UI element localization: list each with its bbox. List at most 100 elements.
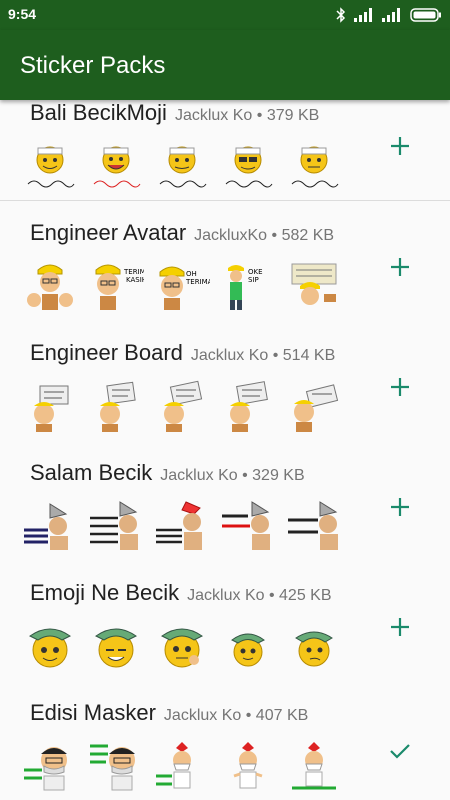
emoji-sticker: [231, 633, 265, 667]
greeting-sticker: [156, 501, 202, 550]
pack-size: 514 KB: [282, 347, 336, 364]
battery-icon: [410, 8, 441, 22]
pack-added-indicator: [386, 737, 414, 765]
greeting-sticker: [222, 501, 270, 550]
sticker-pack-item[interactable]: Edisi Masker Jacklux Ko • 407 KB: [0, 685, 450, 800]
sticker-preview-row: [22, 620, 342, 672]
emoji-sticker: [161, 628, 203, 668]
greeting-sticker: [24, 503, 68, 550]
pack-size: 379 KB: [266, 107, 320, 124]
sticker-pack-item[interactable]: Bali BecikMoji Jacklux Ko • 379 KB: [0, 100, 450, 201]
pack-author: Jacklux Ko: [187, 587, 265, 604]
sticker-pack-item[interactable]: Engineer Avatar JackluxKo • 582 KB TERIMA…: [0, 205, 450, 326]
svg-text:TERIMA: TERIMA: [185, 278, 210, 286]
board-sticker: [100, 381, 136, 432]
svg-text:SIP: SIP: [248, 276, 259, 284]
emoji-sticker: [295, 631, 333, 667]
sticker-pack-item[interactable]: Salam Becik Jacklux Ko • 329 KB: [0, 445, 450, 566]
sticker-preview-row: [22, 500, 342, 552]
engineer-sticker: TERIMAKASIH: [95, 264, 144, 310]
emoji-sticker: [225, 146, 273, 188]
pack-meta: Jacklux Ko • 514 KB: [190, 347, 336, 364]
add-pack-button[interactable]: [386, 253, 414, 281]
pack-author: Jacklux Ko: [160, 467, 238, 484]
pack-name: Engineer Avatar: [30, 220, 187, 245]
sticker-pack-list[interactable]: Bali BecikMoji Jacklux Ko • 379 KB Engine…: [0, 100, 450, 800]
emoji-sticker: [159, 146, 207, 188]
mask-sticker: [90, 744, 135, 791]
svg-text:OKE: OKE: [248, 268, 263, 276]
pack-author: JackluxKo: [194, 227, 268, 244]
board-sticker: [294, 384, 339, 432]
emoji-sticker: [95, 628, 137, 668]
app-bar: Sticker Packs: [0, 30, 450, 100]
pack-title: Engineer Avatar JackluxKo • 582 KB: [30, 220, 334, 246]
add-icon: [391, 258, 409, 276]
pack-meta: Jacklux Ko • 329 KB: [160, 467, 305, 484]
sticker-pack-item[interactable]: Emoji Ne Becik Jacklux Ko • 425 KB: [0, 565, 450, 686]
add-icon: [391, 618, 409, 636]
emoji-sticker: [29, 628, 71, 668]
pack-title: Salam Becik Jacklux Ko • 329 KB: [30, 460, 305, 486]
mask-sticker: [24, 747, 67, 791]
engineer-sticker: OKESIP: [228, 265, 263, 310]
sticker-pack-item[interactable]: Engineer Board Jacklux Ko • 514 KB: [0, 325, 450, 446]
status-icons: [336, 7, 442, 23]
engineer-sticker: [291, 263, 337, 305]
svg-text:KASIH: KASIH: [126, 276, 144, 284]
pack-size: 582 KB: [281, 227, 335, 244]
pack-title: Bali BecikMoji Jacklux Ko • 379 KB: [30, 100, 319, 126]
sticker-preview-row: [22, 380, 342, 432]
add-icon: [391, 137, 409, 155]
emoji-sticker: [93, 146, 141, 188]
pack-size: 407 KB: [255, 707, 309, 724]
add-pack-button[interactable]: [386, 132, 414, 160]
pack-size: 329 KB: [252, 467, 305, 484]
pack-author: Jacklux Ko: [163, 707, 242, 724]
pack-size: 425 KB: [279, 587, 332, 604]
pack-name: Engineer Board: [30, 340, 183, 365]
sticker-preview-row: [22, 740, 342, 792]
add-icon: [391, 498, 409, 516]
pack-meta: Jacklux Ko • 425 KB: [187, 587, 332, 604]
add-pack-button[interactable]: [386, 373, 414, 401]
mask-sticker: [233, 742, 263, 789]
greeting-sticker: [288, 501, 338, 550]
greeting-sticker: [90, 501, 138, 550]
pack-title: Edisi Masker Jacklux Ko • 407 KB: [30, 700, 308, 726]
pack-name: Bali BecikMoji: [30, 100, 167, 125]
board-sticker: [34, 385, 69, 432]
add-pack-button[interactable]: [386, 493, 414, 521]
emoji-sticker: [291, 146, 339, 188]
signal-icon: [354, 8, 372, 22]
pack-meta: Jacklux Ko • 379 KB: [174, 107, 320, 124]
pack-name: Salam Becik: [30, 460, 153, 485]
check-icon: [390, 744, 410, 759]
pack-meta: Jacklux Ko • 407 KB: [163, 707, 309, 724]
pack-author: Jacklux Ko: [190, 347, 269, 364]
pack-name: Edisi Masker: [30, 700, 156, 725]
add-icon: [391, 378, 409, 396]
bluetooth-icon: [336, 7, 346, 23]
board-sticker: [164, 380, 203, 432]
board-sticker: [230, 381, 268, 432]
pack-name: Emoji Ne Becik: [30, 580, 180, 605]
svg-text:OH: OH: [186, 270, 197, 278]
engineer-sticker: [27, 264, 73, 310]
sticker-preview-row: TERIMAKASIH OHTERIMA OKESIP: [22, 260, 342, 312]
engineer-sticker: OHTERIMA: [159, 266, 210, 310]
add-pack-button[interactable]: [386, 613, 414, 641]
emoji-sticker: [27, 146, 75, 188]
page-title: Sticker Packs: [20, 52, 166, 79]
mask-sticker: [156, 742, 191, 789]
svg-text:TERIMA: TERIMA: [123, 268, 144, 276]
pack-title: Engineer Board Jacklux Ko • 514 KB: [30, 340, 335, 366]
status-bar: 9:54: [0, 0, 450, 30]
signal-icon: [382, 8, 400, 22]
pack-title: Emoji Ne Becik Jacklux Ko • 425 KB: [30, 580, 332, 606]
pack-author: Jacklux Ko: [174, 107, 253, 124]
status-time: 9:54: [8, 6, 37, 22]
pack-meta: JackluxKo • 582 KB: [194, 227, 335, 244]
mask-sticker: [292, 742, 336, 790]
sticker-preview-row: [22, 140, 342, 192]
